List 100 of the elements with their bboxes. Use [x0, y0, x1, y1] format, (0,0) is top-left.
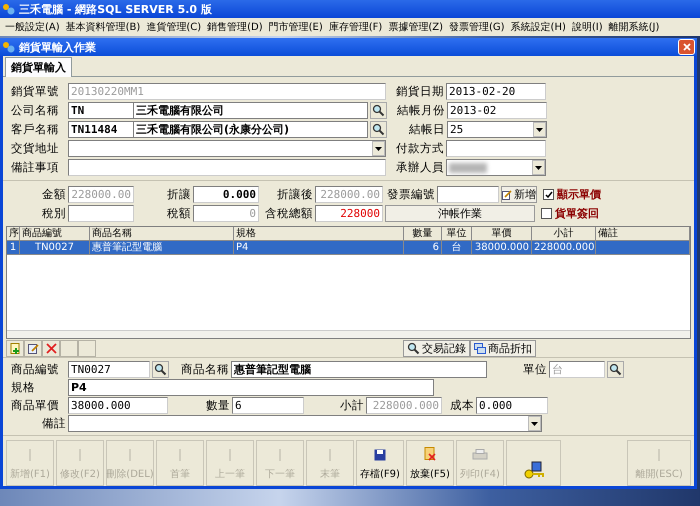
app-title: 三禾電腦 - 網路SQL SERVER 5.0 版 — [19, 2, 212, 16]
add-row-button[interactable] — [6, 340, 24, 357]
faded-glyph-icon — [327, 449, 333, 461]
field-label: 發票編號 — [386, 187, 435, 202]
printer-icon — [472, 449, 488, 461]
faded-glyph-icon — [277, 449, 283, 461]
window-icon — [2, 40, 15, 54]
dropdown-arrow-icon — [535, 166, 542, 170]
menu-item[interactable]: 系統設定(H) — [508, 20, 569, 34]
faded-glyph-icon — [77, 449, 83, 461]
menu-item[interactable]: 離開系統(J) — [606, 20, 662, 34]
menu-item[interactable]: 發票管理(G) — [446, 20, 508, 34]
toolbar-button[interactable]: 存檔(F9) — [356, 440, 404, 486]
input-field[interactable]: 228000 — [315, 205, 383, 222]
field-label: 商品編號 — [11, 362, 60, 377]
input-field[interactable]: TN11484 三禾電腦有限公司(永康分公司) — [68, 121, 368, 138]
input-field[interactable]: 6 — [232, 397, 304, 414]
edit-row-button[interactable] — [24, 340, 42, 357]
dropdown-field[interactable] — [68, 140, 386, 158]
checkbox[interactable] — [543, 189, 554, 200]
dropdown-field[interactable] — [446, 159, 546, 176]
field-label: 折讓 — [166, 187, 191, 202]
input-field[interactable]: TN0027 — [68, 361, 150, 378]
field-label: 商品名稱 — [180, 362, 229, 377]
field-label: 備註 — [41, 416, 66, 431]
input-field[interactable]: P4 — [68, 379, 434, 396]
tab[interactable]: 銷貨單輸入 — [5, 57, 72, 78]
dropdown-button[interactable] — [533, 122, 546, 138]
menu-item[interactable]: 庫存管理(F) — [326, 20, 386, 34]
menu-item[interactable]: 一般設定(A) — [2, 20, 63, 34]
dropdown-button[interactable] — [372, 141, 385, 156]
delete-row-button[interactable] — [42, 340, 60, 357]
dropdown-field[interactable]: 25 — [447, 121, 547, 138]
new-button[interactable]: 新增 — [501, 186, 537, 204]
field-label: 銷貨單號 — [11, 84, 60, 100]
field-label: 交貨地址 — [11, 141, 60, 156]
menu-item[interactable]: 票據管理(Z) — [385, 20, 446, 34]
field-label: 數量 — [205, 398, 230, 413]
faded-glyph-icon — [177, 449, 183, 461]
field-label: 備註事項 — [11, 160, 60, 176]
input-field[interactable] — [437, 186, 499, 204]
dropdown-button[interactable] — [532, 160, 545, 176]
input-field[interactable]: TN 三禾電腦有限公司 — [68, 102, 368, 120]
toolbar-button[interactable]: 放棄(F5) — [406, 440, 454, 486]
search-button[interactable] — [152, 361, 169, 378]
key-icon — [522, 461, 544, 481]
menu-item[interactable]: 門市管理(E) — [266, 20, 326, 34]
discount-button[interactable]: 商品折扣 — [470, 340, 536, 357]
faded-glyph-icon — [27, 449, 33, 461]
input-field[interactable]: 2013-02-20 — [446, 83, 546, 100]
input-field[interactable]: 0.000 — [476, 397, 548, 414]
faded-glyph-icon — [656, 449, 662, 461]
input-field[interactable] — [68, 159, 386, 176]
field-label: 小計 — [339, 398, 364, 413]
input-field[interactable]: 38000.000 — [68, 397, 168, 414]
table-cell: 台 — [442, 241, 472, 256]
search-button[interactable] — [370, 102, 387, 120]
field-label: 結帳月份 — [397, 103, 445, 118]
magnifier-icon — [154, 363, 167, 376]
faded-glyph-icon — [227, 449, 233, 461]
close-button[interactable] — [678, 39, 695, 56]
menu-item[interactable]: 基本資料管理(B) — [62, 20, 144, 34]
field-label: 公司名稱 — [11, 103, 60, 118]
input-field[interactable]: 0.000 — [193, 186, 259, 204]
field-label: 稅額 — [166, 206, 191, 222]
field-label: 商品單價 — [11, 398, 60, 413]
search-button[interactable] — [370, 121, 387, 138]
checkbox[interactable] — [541, 208, 552, 220]
field-label: 承辦人員 — [396, 160, 444, 176]
dropdown-arrow-icon — [531, 422, 538, 426]
dropdown-button[interactable] — [528, 416, 541, 431]
dropdown-field[interactable] — [68, 415, 542, 432]
dropdown-arrow-icon — [536, 128, 543, 132]
input-field[interactable]: 2013-02 — [447, 102, 547, 120]
magnifier-icon — [372, 123, 385, 136]
field-label: 成本 — [449, 398, 474, 413]
close-icon — [682, 43, 690, 52]
table-cell: 6 — [404, 241, 442, 256]
input-field[interactable] — [446, 140, 546, 158]
document-cross-icon — [424, 447, 436, 461]
menu-item[interactable]: 進貨管理(C) — [143, 20, 204, 34]
horizontal-scrollbar[interactable] — [7, 330, 690, 338]
dropdown-arrow-icon — [375, 146, 382, 151]
blurred-value — [449, 162, 487, 173]
windows-icon — [474, 343, 486, 354]
grid-row[interactable]: 1 TN0027 惠普筆記型電腦 P4 6 台 38000.000 228000.000 — [7, 241, 690, 256]
menu-item[interactable]: 說明(I) — [568, 20, 606, 34]
app-logo-icon — [2, 2, 15, 16]
checkbox-label: 顯示單價 — [557, 187, 601, 202]
checkbox-label: 貨單簽回 — [555, 206, 599, 222]
history-button[interactable]: 交易記錄 — [403, 340, 470, 357]
settle-button[interactable]: 沖帳作業 — [385, 205, 535, 222]
field-label: 結帳日 — [408, 122, 445, 138]
table-cell: TN0027 — [20, 241, 90, 256]
input-field[interactable]: 惠普筆記型電腦 — [231, 361, 487, 378]
input-field[interactable] — [68, 205, 134, 222]
search-button[interactable] — [607, 361, 624, 378]
menu-item[interactable]: 銷售管理(D) — [204, 20, 266, 34]
delete-icon — [46, 343, 56, 354]
key-button[interactable] — [506, 440, 561, 486]
